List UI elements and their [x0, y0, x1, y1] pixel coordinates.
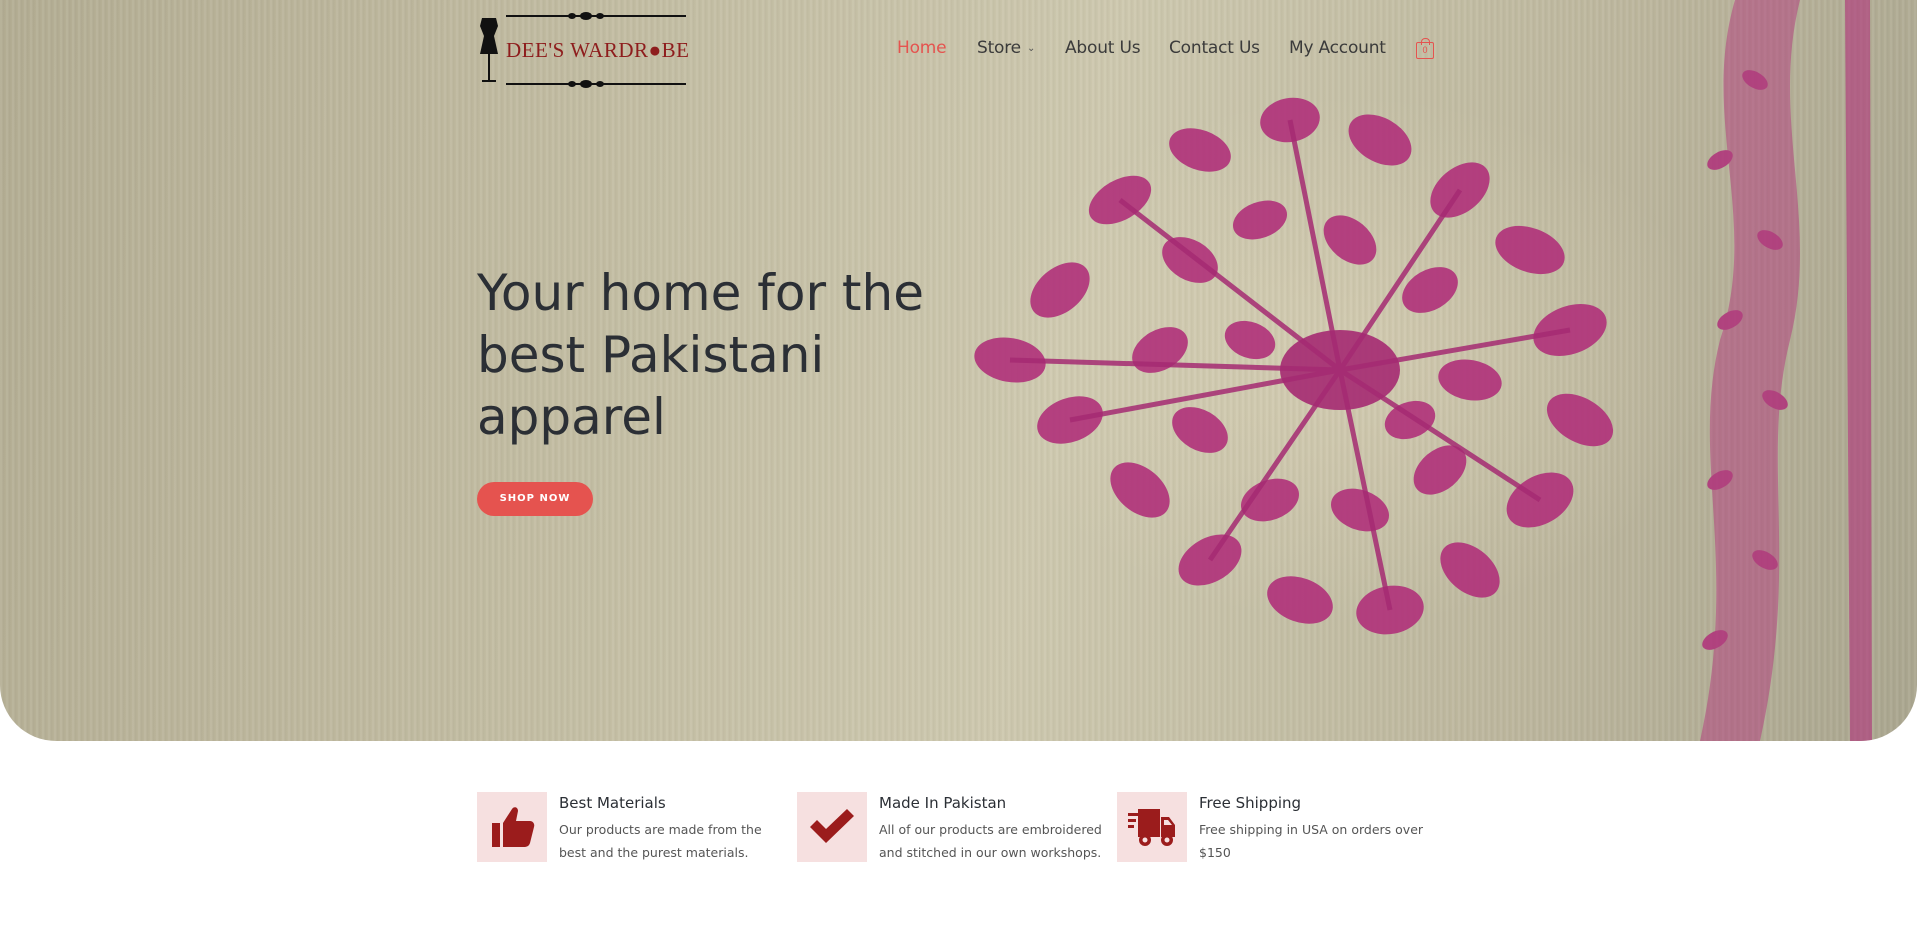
cart-count: 0 — [1416, 42, 1434, 59]
hero-title: Your home for the best Pakistani apparel — [477, 264, 924, 446]
nav-item-store[interactable]: Store ⌄ — [977, 38, 1035, 58]
checkmark-icon — [810, 809, 854, 843]
logo-text: DEE'S WARDR●BE — [506, 38, 690, 62]
site-logo[interactable]: DEE'S WARDR●BE — [476, 10, 690, 90]
shop-now-button[interactable]: SHOP NOW — [477, 482, 593, 516]
cart-button[interactable]: 0 — [1416, 38, 1436, 59]
delivery-truck-icon — [1128, 809, 1175, 846]
feature-description: Our products are made from the best and … — [559, 822, 762, 860]
nav-item-about-us[interactable]: About Us — [1065, 38, 1141, 58]
nav-item-my-account[interactable]: My Account — [1289, 38, 1386, 58]
feature-description: All of our products are embroidered and … — [879, 822, 1102, 860]
feature-description: Free shipping in USA on orders over $150 — [1199, 822, 1424, 860]
nav-item-store-label: Store — [977, 38, 1021, 58]
nav-item-home[interactable]: Home — [897, 38, 947, 58]
feature-icon-box — [477, 792, 547, 862]
feature-title: Best Materials — [559, 794, 666, 812]
thumbs-up-icon — [492, 807, 535, 847]
feature-icon-box — [1117, 792, 1187, 862]
feature-title: Free Shipping — [1199, 794, 1302, 812]
feature-icon-box — [797, 792, 867, 862]
nav-item-contact-us[interactable]: Contact Us — [1169, 38, 1260, 58]
chevron-down-icon: ⌄ — [1026, 43, 1036, 54]
feature-title: Made In Pakistan — [879, 794, 1007, 812]
